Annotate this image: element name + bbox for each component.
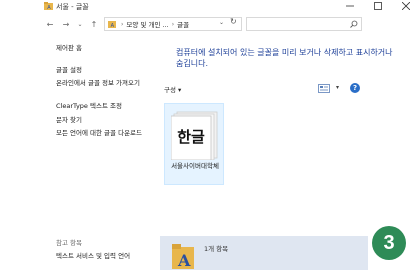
sidebar-link-online-font-info[interactable]: 온라인에서 글꼴 정보 가져오기 (56, 79, 152, 88)
sidebar-link-cleartype[interactable]: ClearType 텍스트 조정 (56, 102, 122, 111)
maximize-icon (374, 2, 382, 10)
refresh-icon[interactable]: ↻ (230, 17, 237, 26)
font-folder-icon: A (108, 21, 116, 28)
svg-text:A: A (177, 251, 191, 269)
back-button[interactable]: ← (44, 18, 56, 30)
font-file-item[interactable]: 한글 서울사이버대학체 (164, 103, 224, 185)
breadcrumb-separator-icon: › (171, 20, 175, 28)
search-icon (350, 20, 358, 28)
arrow-right-icon: → (62, 19, 70, 29)
sidebar: 제어판 홈 글꼴 설정 온라인에서 글꼴 정보 가져오기 ClearType 텍… (0, 34, 160, 270)
chevron-down-icon: ⌄ (77, 20, 83, 28)
step-number-badge: 3 (372, 226, 406, 260)
control-panel-home-link[interactable]: 제어판 홈 (56, 44, 82, 53)
close-icon (402, 2, 410, 10)
minimize-button[interactable] (336, 0, 364, 12)
sidebar-link-find-character[interactable]: 문자 찾기 (56, 116, 82, 125)
view-options-icon[interactable] (318, 84, 330, 93)
title-bar: A 서울 - 글꼴 (0, 0, 420, 13)
sidebar-link-font-settings[interactable]: 글꼴 설정 (56, 66, 82, 75)
help-button[interactable]: ? (350, 83, 360, 93)
view-dropdown-icon[interactable]: ▾ (336, 84, 339, 91)
forward-button[interactable]: → (60, 18, 72, 30)
minimize-icon (346, 5, 354, 7)
details-pane: A 1개 항목 (160, 236, 368, 270)
navigation-bar: ← → ⌄ ↑ A › 모양 및 개인 ... › 글꼴 ⌄ ↻ (0, 14, 420, 34)
sidebar-link-download-fonts[interactable]: 모든 언어에 대한 글꼴 다운로드 (56, 129, 152, 138)
page-description: 컴퓨터에 설치되어 있는 글꼴을 미리 보거나 삭제하고 표시하거나 숨깁니다. (176, 48, 393, 68)
see-also-heading: 참고 항목 (56, 239, 82, 247)
window-title: 서울 - 글꼴 (56, 3, 89, 11)
search-input[interactable] (246, 17, 362, 31)
font-folder-large-icon: A (172, 244, 194, 269)
font-file-label: 서울사이버대학체 (171, 162, 219, 170)
address-dropdown-icon[interactable]: ⌄ (219, 19, 224, 26)
toolbar: 구성 ▾ ▾ ? (160, 82, 367, 96)
up-button[interactable]: ↑ (88, 18, 100, 30)
arrow-up-icon: ↑ (90, 19, 98, 29)
folder-icon: A (44, 2, 53, 10)
organize-button[interactable]: 구성 ▾ (164, 84, 181, 94)
breadcrumb-fonts[interactable]: 글꼴 (177, 19, 189, 29)
item-count: 1개 항목 (204, 245, 229, 253)
close-button[interactable] (392, 0, 420, 12)
breadcrumb-separator-icon: › (121, 20, 124, 28)
svg-text:A: A (47, 5, 51, 10)
maximize-button[interactable] (364, 0, 392, 12)
svg-text:A: A (111, 23, 115, 28)
recent-locations-button[interactable]: ⌄ (74, 18, 86, 30)
arrow-left-icon: ← (46, 19, 54, 29)
font-preview-text: 한글 (177, 128, 205, 146)
breadcrumb-appearance[interactable]: 모양 및 개인 ... (126, 19, 168, 29)
sidebar-link-text-services[interactable]: 텍스트 서비스 및 입력 언어 (56, 252, 130, 261)
